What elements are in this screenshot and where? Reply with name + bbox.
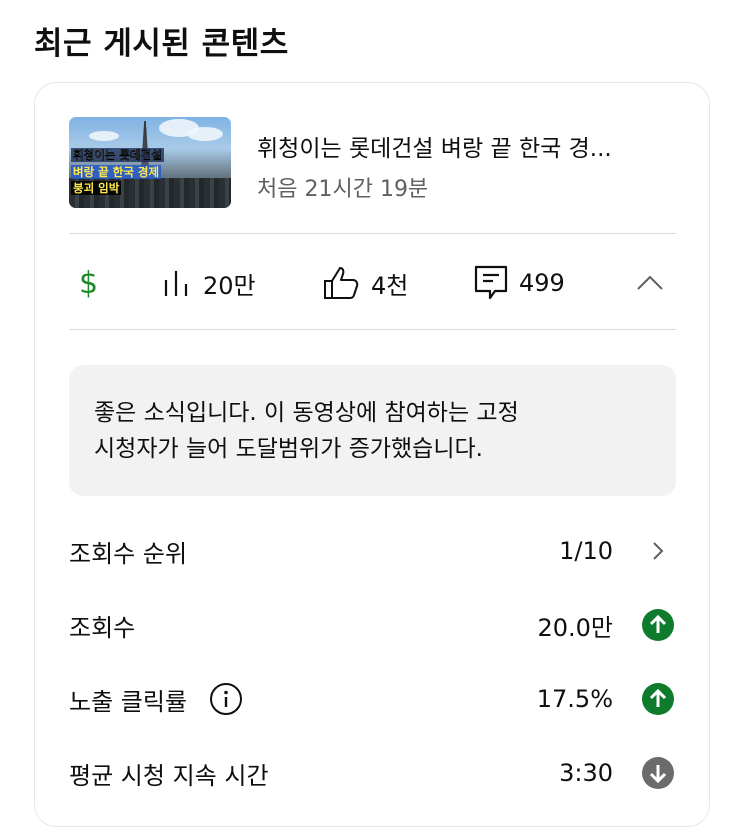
info-icon[interactable] [209, 682, 243, 716]
insight-message: 좋은 소식입니다. 이 동영상에 참여하는 고정 시청자가 늘어 도달범위가 증… [69, 365, 676, 496]
arrow-down-icon [642, 757, 674, 789]
content-card: 휘청이는 롯데건설 벼랑 끝 한국 경제 붕괴 임박 휘청이는 롯데건설 벼랑 … [34, 82, 710, 827]
likes-stat[interactable]: 4천 [321, 235, 408, 331]
likes-count: 4천 [371, 271, 409, 300]
video-title[interactable]: 휘청이는 롯데건설 벼랑 끝 한국 경... [257, 129, 677, 163]
metric-row-ctr: 노출 클릭률 17.5% [69, 674, 675, 724]
video-row[interactable]: 휘청이는 롯데건설 벼랑 끝 한국 경제 붕괴 임박 휘청이는 롯데건설 벼랑 … [69, 117, 677, 209]
revenue-stat[interactable]: $ [79, 235, 98, 331]
chevron-up-icon [637, 275, 663, 290]
arrow-up-icon [642, 609, 674, 641]
metric-value: 20.0만 [537, 613, 613, 642]
stats-row: $ 20만 4천 499 [69, 235, 676, 331]
metric-label: 조회수 순위 [69, 539, 188, 568]
metric-label: 평균 시청 지속 시간 [69, 761, 269, 790]
thumbnail-cloud [187, 127, 223, 141]
thumbnail-caption: 벼랑 끝 한국 경제 [71, 165, 162, 179]
metric-label: 조회수 [69, 613, 136, 642]
section-title: 최근 게시된 콘텐츠 [34, 26, 289, 62]
insight-text: 좋은 소식입니다. 이 동영상에 참여하는 고정 시청자가 늘어 도달범위가 증… [94, 395, 654, 467]
metric-label-text: 노출 클릭률 [69, 687, 188, 716]
metric-label: 노출 클릭률 [69, 674, 243, 724]
metric-value: 1/10 [559, 537, 613, 565]
comment-icon [474, 265, 508, 300]
thumbnail-caption: 붕괴 임박 [71, 181, 122, 195]
arrow-up-icon [642, 683, 674, 715]
views-stat[interactable]: 20만 [159, 235, 256, 331]
metric-value: 3:30 [559, 759, 613, 787]
insight-line: 좋은 소식입니다. 이 동영상에 참여하는 고정 [94, 400, 519, 426]
metric-value: 17.5% [536, 685, 613, 713]
revenue-dollar-icon: $ [79, 265, 99, 301]
divider [69, 233, 676, 234]
comments-stat[interactable]: 499 [473, 235, 565, 331]
insight-line: 시청자가 늘어 도달범위가 증가했습니다. [94, 436, 483, 462]
thumbnail-caption: 휘청이는 롯데건설 [71, 148, 164, 162]
thumbnail-cloud [89, 131, 119, 141]
thumbs-up-icon [324, 267, 359, 299]
collapse-button[interactable] [635, 235, 665, 331]
metric-row-views: 조회수 20.0만 [69, 600, 675, 650]
metric-row-view-rank[interactable]: 조회수 순위 1/10 [69, 526, 675, 576]
bar-chart-icon [164, 271, 188, 296]
video-published-time: 처음 21시간 19분 [257, 177, 429, 202]
chevron-right-icon [653, 542, 664, 560]
divider [69, 329, 676, 330]
video-thumbnail[interactable]: 휘청이는 롯데건설 벼랑 끝 한국 경제 붕괴 임박 [69, 117, 231, 208]
metric-row-avg-view-duration: 평균 시청 지속 시간 3:30 [69, 748, 675, 798]
comments-count: 499 [519, 269, 565, 297]
views-count: 20만 [203, 271, 256, 300]
